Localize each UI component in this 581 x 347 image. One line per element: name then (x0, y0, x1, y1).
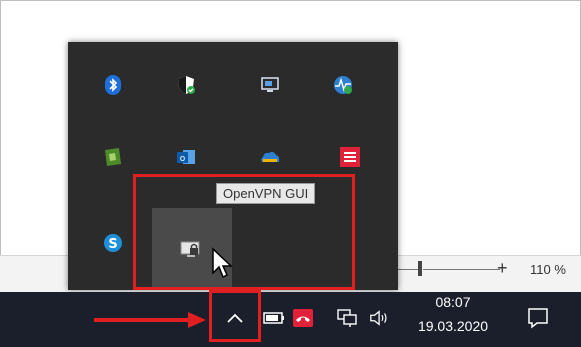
taskbar (0, 292, 581, 347)
volume-icon[interactable] (369, 307, 391, 329)
clock-time[interactable]: 08:07 (413, 294, 493, 310)
remote-desktop-icon[interactable] (259, 74, 281, 96)
bluetooth-icon[interactable] (102, 74, 124, 96)
greenshot-icon[interactable] (102, 146, 124, 168)
windows-security-icon[interactable] (175, 74, 197, 96)
highlight-box-chevron (209, 290, 261, 342)
skype-icon[interactable]: S (102, 232, 124, 254)
zoom-track-right[interactable] (423, 269, 500, 270)
highlight-box-tray (133, 174, 355, 290)
outlook-icon[interactable]: o (175, 146, 197, 168)
zoom-level-label[interactable]: 110 % (530, 262, 566, 277)
zoom-in-button[interactable]: + (497, 258, 508, 278)
battery-icon[interactable] (263, 307, 285, 329)
zoom-slider-thumb[interactable] (418, 261, 422, 276)
annotation-arrow-head (188, 312, 206, 328)
svg-text:o: o (180, 154, 186, 164)
annotation-arrow-shaft (94, 318, 190, 322)
action-center-notification-icon[interactable] (527, 307, 549, 329)
hangup-phone-icon[interactable] (292, 307, 314, 329)
network-icon[interactable] (336, 307, 358, 329)
mouse-cursor-icon (211, 247, 235, 284)
clock-date[interactable]: 19.03.2020 (413, 318, 493, 334)
zoom-track-left[interactable] (396, 269, 418, 270)
svg-text:S: S (108, 237, 117, 252)
onedrive-icon[interactable] (259, 146, 281, 168)
red-menu-app-icon[interactable] (339, 146, 361, 168)
network-monitor-icon[interactable] (332, 74, 354, 96)
